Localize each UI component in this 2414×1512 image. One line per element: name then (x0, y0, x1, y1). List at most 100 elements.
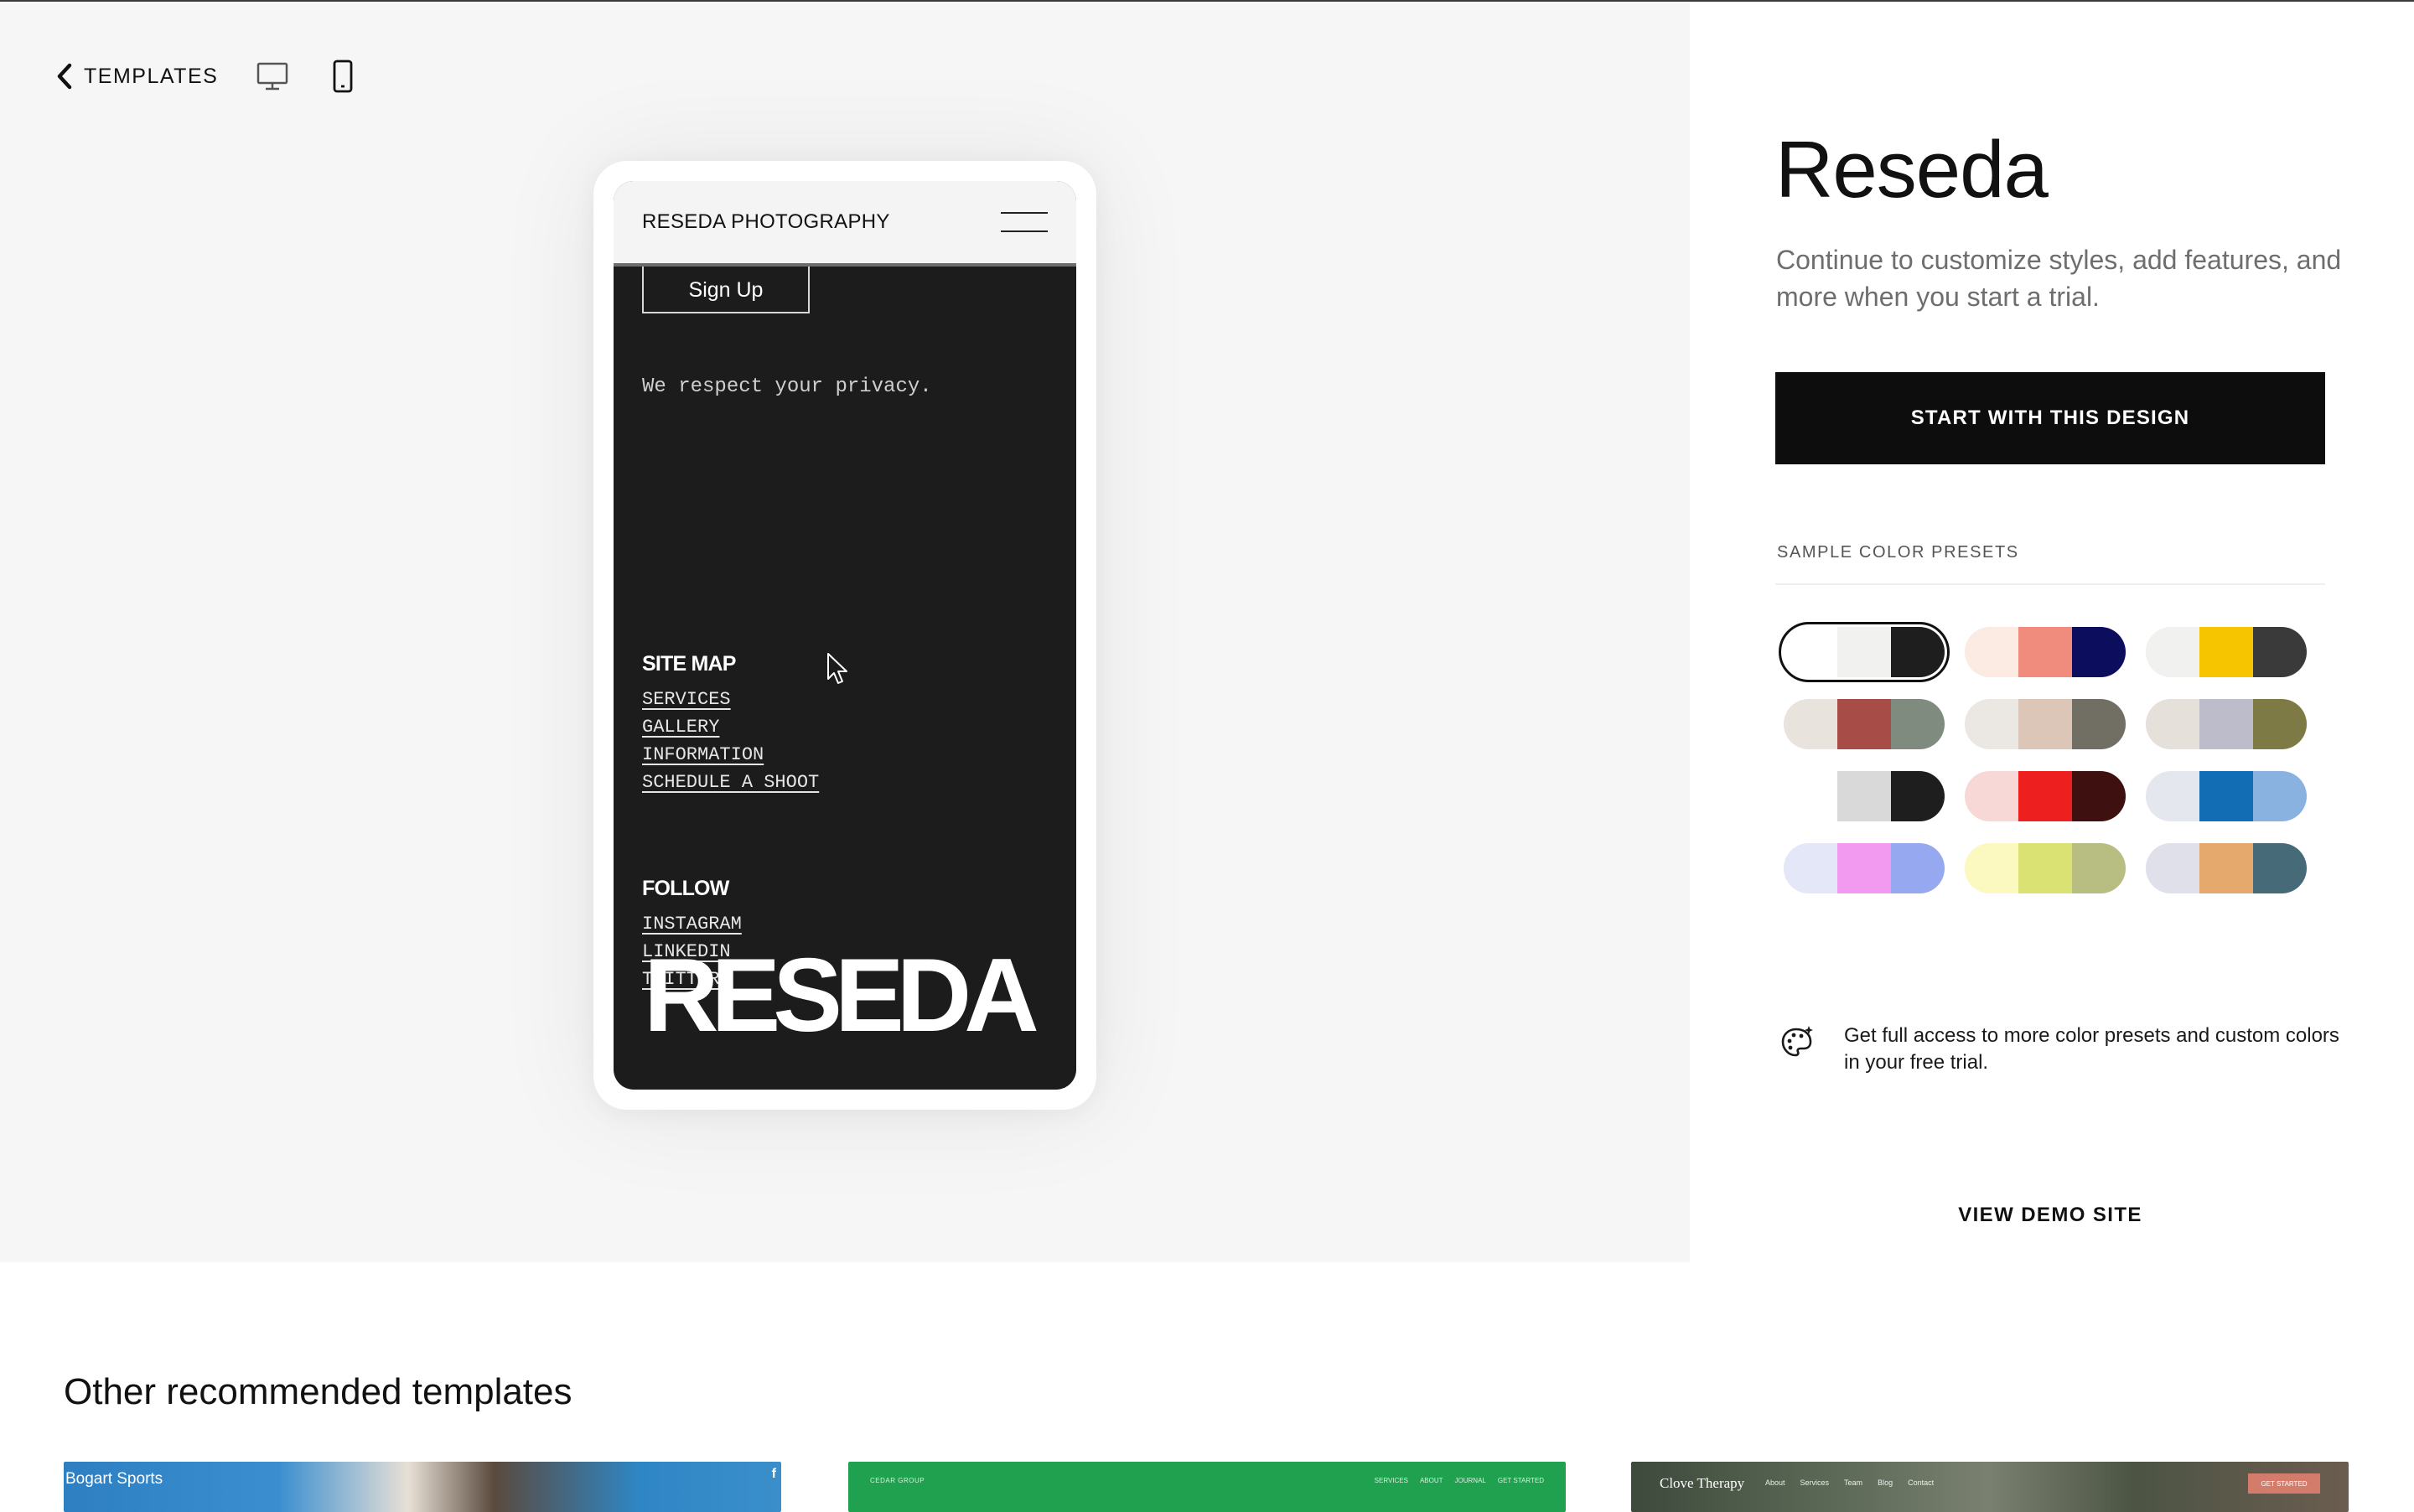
upgrade-note-text: Get full access to more color presets an… (1844, 1024, 2339, 1074)
swatch-color (1965, 627, 2018, 677)
footer-wordmark: RESEDA (644, 938, 1039, 1054)
recommended-section: Other recommended templates Bogart Sport… (0, 1262, 2414, 1512)
swatch-color (1837, 843, 1891, 893)
color-preset-option[interactable] (2146, 699, 2307, 749)
swatch-color (1891, 771, 1945, 821)
swatch-color (2072, 843, 2126, 893)
swatch-color (2146, 627, 2199, 677)
nav-item: Team (1844, 1478, 1863, 1487)
sitemap-link[interactable]: SCHEDULE A SHOOT (642, 769, 819, 796)
chevron-left-icon (57, 63, 72, 90)
nav-item: JOURNAL (1454, 1477, 1486, 1484)
swatch-color (2253, 627, 2307, 677)
template-card-brand: Bogart Sports (65, 1470, 163, 1488)
divider (1775, 583, 2325, 585)
swatch-color (2199, 627, 2253, 677)
color-preset-swatch[interactable] (1784, 627, 1945, 677)
color-preset-option[interactable] (1965, 771, 2126, 821)
palette-icon (1781, 1026, 1813, 1057)
preview-toolbar: TEMPLATES (55, 60, 354, 93)
color-preset-swatch[interactable] (2146, 699, 2307, 749)
color-preset-swatch[interactable] (1784, 771, 1945, 821)
color-preset-swatch[interactable] (2146, 627, 2307, 677)
color-preset-swatch[interactable] (2146, 771, 2307, 821)
color-preset-option[interactable] (2146, 771, 2307, 821)
color-preset-grid (1779, 622, 2307, 893)
swatch-color (2199, 771, 2253, 821)
swatch-color (1837, 627, 1891, 677)
color-preset-option[interactable] (1784, 771, 1945, 821)
swatch-color (1784, 699, 1837, 749)
swatch-color (2199, 699, 2253, 749)
color-preset-option[interactable] (1965, 627, 2126, 677)
mobile-icon (333, 60, 353, 93)
color-preset-swatch[interactable] (2146, 843, 2307, 893)
sitemap-heading: SITE MAP (642, 652, 736, 676)
color-preset-option[interactable] (2146, 843, 2307, 893)
template-card-bogart-sports[interactable]: Bogart Sports f (64, 1462, 781, 1512)
swatch-color (1837, 699, 1891, 749)
site-title[interactable]: RESEDA PHOTOGRAPHY (642, 210, 890, 234)
follow-link[interactable]: INSTAGRAM (642, 910, 742, 938)
template-card-brand: Clove Therapy (1660, 1475, 1745, 1491)
swatch-color (2018, 627, 2072, 677)
template-description: Continue to customize styles, add featur… (1776, 245, 2342, 312)
swatch-color (2199, 843, 2253, 893)
hamburger-menu-icon[interactable] (1001, 212, 1048, 232)
color-preset-option[interactable] (1965, 843, 2126, 893)
color-preset-swatch[interactable] (1965, 771, 2126, 821)
sitemap-links: SERVICES GALLERY INFORMATION SCHEDULE A … (642, 686, 819, 796)
color-preset-swatch[interactable] (1784, 843, 1945, 893)
upgrade-note: Get full access to more color presets an… (1779, 1023, 2347, 1076)
color-preset-swatch[interactable] (1965, 627, 2126, 677)
template-card-cedar-group[interactable]: CEDAR GROUP SERVICES ABOUT JOURNAL GET S… (848, 1462, 1566, 1512)
swatch-color (2253, 771, 2307, 821)
swatch-color (2018, 771, 2072, 821)
desktop-icon (257, 62, 288, 91)
color-preset-option[interactable] (1784, 699, 1945, 749)
color-preset-swatch[interactable] (1784, 699, 1945, 749)
phone-screen[interactable]: Sign Up RESEDA PHOTOGRAPHY We respect yo… (614, 181, 1076, 1090)
swatch-color (1965, 699, 2018, 749)
template-card-nav: SERVICES ABOUT JOURNAL GET STARTED (1375, 1477, 1544, 1484)
swatch-color (1784, 771, 1837, 821)
color-preset-option[interactable] (1779, 622, 1950, 682)
color-preset-option[interactable] (1965, 699, 2126, 749)
swatch-color (1891, 627, 1945, 677)
template-details-panel: Reseda Continue to customize styles, add… (1690, 2, 2414, 1262)
nav-item: ABOUT (1419, 1477, 1443, 1484)
template-card-clove-therapy[interactable]: Clove Therapy About Services Team Blog C… (1631, 1462, 2349, 1512)
privacy-text: We respect your privacy. (642, 375, 932, 398)
follow-heading: FOLLOW (642, 877, 729, 900)
mouse-pointer-icon (827, 653, 847, 684)
sitemap-link[interactable]: GALLERY (642, 713, 819, 741)
nav-item: Blog (1878, 1478, 1893, 1487)
sitemap-link[interactable]: SERVICES (642, 686, 819, 713)
back-to-templates-link[interactable]: TEMPLATES (55, 63, 218, 90)
swatch-color (2072, 699, 2126, 749)
color-preset-option[interactable] (1784, 843, 1945, 893)
swatch-color (1891, 843, 1945, 893)
swatch-color (1837, 771, 1891, 821)
back-label: TEMPLATES (84, 64, 219, 88)
recommended-heading: Other recommended templates (64, 1371, 572, 1412)
view-demo-site-link[interactable]: VIEW DEMO SITE (1775, 1204, 2325, 1227)
desktop-view-button[interactable] (256, 61, 288, 91)
color-preset-swatch[interactable] (1965, 699, 2126, 749)
mobile-view-button[interactable] (332, 60, 354, 93)
template-title: Reseda (1775, 125, 2049, 215)
sitemap-link[interactable]: INFORMATION (642, 741, 819, 769)
phone-frame: Sign Up RESEDA PHOTOGRAPHY We respect yo… (593, 161, 1096, 1110)
swatch-color (2146, 843, 2199, 893)
site-header: RESEDA PHOTOGRAPHY (614, 181, 1076, 267)
swatch-color (2018, 699, 2072, 749)
color-preset-swatch[interactable] (1965, 843, 2126, 893)
color-preset-option[interactable] (2146, 627, 2307, 677)
nav-item: Services (1800, 1478, 1830, 1487)
template-preview-pane: TEMPLATES Sign Up RESEDA PHOTOGRAPHY We … (0, 2, 1690, 1262)
nav-item: About (1765, 1478, 1785, 1487)
start-with-design-button[interactable]: START WITH THIS DESIGN (1775, 372, 2325, 464)
nav-item: Contact (1908, 1478, 1935, 1487)
swatch-color (2146, 699, 2199, 749)
nav-item: SERVICES (1374, 1477, 1408, 1484)
